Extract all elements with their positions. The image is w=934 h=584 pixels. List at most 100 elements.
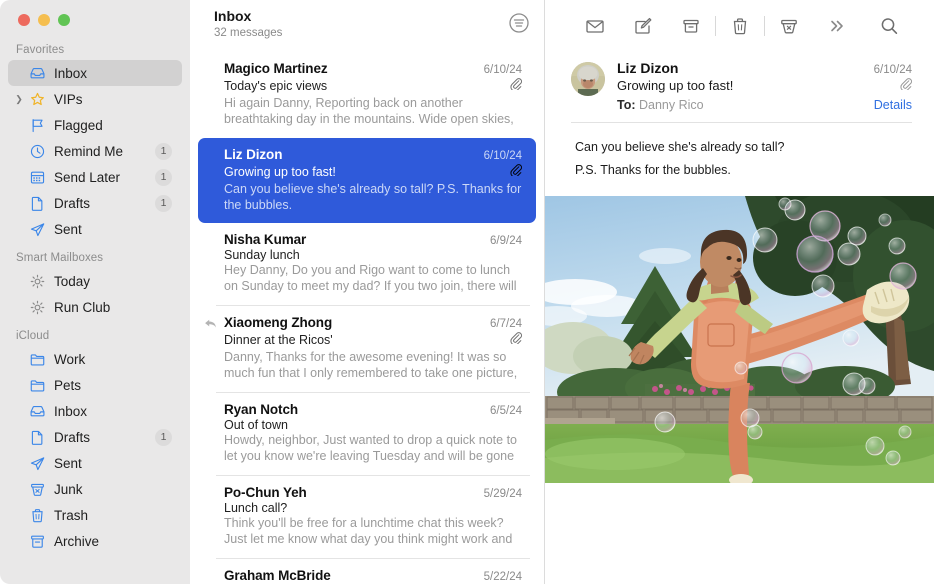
message-list-item[interactable]: Nisha Kumar 6/9/24 Sunday lunchHey Danny, … [198,223,536,305]
message-preview: Think you'll be free for a lunchtime cha… [224,516,522,548]
sidebar-item-work[interactable]: Work [8,346,182,372]
message-sender: Magico Martinez [224,61,328,76]
message-date: 6/10/24 [478,64,522,76]
details-link[interactable]: Details [874,98,912,112]
message-subject: Sunday lunch [224,248,300,262]
zoom-button[interactable] [58,14,70,26]
paperclip-icon [509,77,522,95]
archive-button[interactable] [667,9,715,43]
sidebar-item-label: Drafts [54,430,155,445]
close-button[interactable] [18,14,30,26]
paper-plane-icon [27,454,47,472]
sidebar-item-label: Send Later [54,170,155,185]
more-button[interactable] [813,9,861,43]
chevron-right-icon[interactable]: ❯ [12,95,26,104]
junk-button[interactable] [765,9,813,43]
mark-unread-button[interactable] [571,9,619,43]
message-preview: Hi again Danny, Reporting back on anothe… [224,96,522,128]
sidebar-item-label: Remind Me [54,144,155,159]
mail-window: FavoritesInbox❯VIPsFlaggedRemind Me1Send… [0,0,934,584]
sidebar-item-send-later[interactable]: Send Later1 [8,164,182,190]
body-paragraph: P.S. Thanks for the bubbles. [575,159,908,182]
sidebar-item-remind-me[interactable]: Remind Me1 [8,138,182,164]
unread-badge: 1 [155,429,172,446]
flag-icon [27,116,47,134]
gear-icon [27,298,47,316]
search-button[interactable] [865,9,913,43]
document-icon [27,428,47,446]
star-icon [27,90,47,108]
message-list-item[interactable]: Magico Martinez 6/10/24 Today's epic views… [198,52,536,138]
message-list-item[interactable]: Ryan Notch6/5/24Out of townHowdy, neighb… [198,393,536,475]
message-subject: Out of town [224,418,288,432]
message-preview: Can you believe she's already so tall? P… [224,182,522,213]
message-preview: Hey Danny, Do you and Rigo want to come … [224,263,522,295]
sidebar-item-inbox[interactable]: Inbox [8,398,182,424]
sidebar-item-pets[interactable]: Pets [8,372,182,398]
message-list-header: Inbox 32 messages [190,0,544,52]
document-icon [27,194,47,212]
sidebar-item-inbox[interactable]: Inbox [8,60,182,86]
message-date: 5/29/24 [478,488,522,500]
body-paragraph: Can you believe she's already so tall? [575,136,908,159]
sidebar-item-junk[interactable]: Junk [8,476,182,502]
message-list-item[interactable]: Xiaomeng Zhong6/7/24Dinner at the Ricos'… [198,306,536,392]
delete-button[interactable] [716,9,764,43]
clock-icon [27,142,47,160]
sidebar-item-trash[interactable]: Trash [8,502,182,528]
sidebar-item-label: Sent [54,222,182,237]
message-sender: Po-Chun Yeh [224,485,307,500]
message-date: 6/5/24 [484,405,522,417]
message-list-item[interactable]: Liz Dizon 6/10/24 Growing up too fast! Can … [198,138,536,223]
message-list-item[interactable]: Po-Chun Yeh5/29/24Lunch call?Think you'l… [198,476,536,558]
gear-icon [27,272,47,290]
message-subject: Today's epic views [224,79,327,93]
sidebar-section-header: Smart Mailboxes [0,242,190,268]
sidebar-item-today[interactable]: Today [8,268,182,294]
sidebar-item-run-club[interactable]: Run Club [8,294,182,320]
message-sender: Nisha Kumar [224,232,306,247]
sender-name: Liz Dizon [617,60,678,76]
sidebar-section-header: iCloud [0,320,190,346]
message-date: 6/7/24 [484,318,522,330]
message-body: Can you believe she's already so tall? P… [545,123,934,182]
sidebar-item-flagged[interactable]: Flagged [8,112,182,138]
message-preview: Howdy, neighbor, Just wanted to drop a q… [224,433,522,465]
photo-attachment[interactable] [545,196,934,483]
sidebar-item-archive[interactable]: Archive [8,528,182,554]
compose-button[interactable] [619,9,667,43]
reading-pane: Liz Dizon 6/10/24 Growing up too fast! T… [545,0,934,584]
filter-icon[interactable] [508,12,530,39]
message-date: 6/10/24 [874,64,912,76]
message-date: 5/22/24 [478,571,522,583]
message-subject: Growing up too fast! [224,165,336,179]
message-sender: Liz Dizon [224,147,282,162]
sidebar-item-label: Inbox [54,66,182,81]
sidebar-item-label: Run Club [54,300,182,315]
message-sender: Xiaomeng Zhong [224,315,332,330]
sidebar-item-drafts[interactable]: Drafts1 [8,190,182,216]
unread-badge: 1 [155,143,172,160]
paperclip-icon [509,163,522,181]
sidebar-item-sent[interactable]: Sent [8,450,182,476]
message-list-item[interactable]: Graham McBride5/22/24Book ClubAre you fr… [198,559,536,584]
sidebar-item-sent[interactable]: Sent [8,216,182,242]
reader-toolbar [545,0,934,52]
sidebar-item-label: Sent [54,456,182,471]
sidebar-item-label: Drafts [54,196,155,211]
window-controls [0,0,190,38]
message-date: 6/9/24 [484,235,522,247]
sidebar-item-label: Work [54,352,182,367]
sidebar-item-label: VIPs [54,92,182,107]
sidebar-item-drafts[interactable]: Drafts1 [8,424,182,450]
message-sender: Graham McBride [224,568,331,583]
inbox-tray-icon [27,402,47,420]
sidebar-item-vips[interactable]: ❯ VIPs [8,86,182,112]
to-value: Danny Rico [639,98,704,112]
unread-badge: 1 [155,195,172,212]
paperclip-icon [899,77,912,95]
trash-icon [27,506,47,524]
minimize-button[interactable] [38,14,50,26]
sidebar-item-label: Pets [54,378,182,393]
message-date: 6/10/24 [478,150,522,162]
